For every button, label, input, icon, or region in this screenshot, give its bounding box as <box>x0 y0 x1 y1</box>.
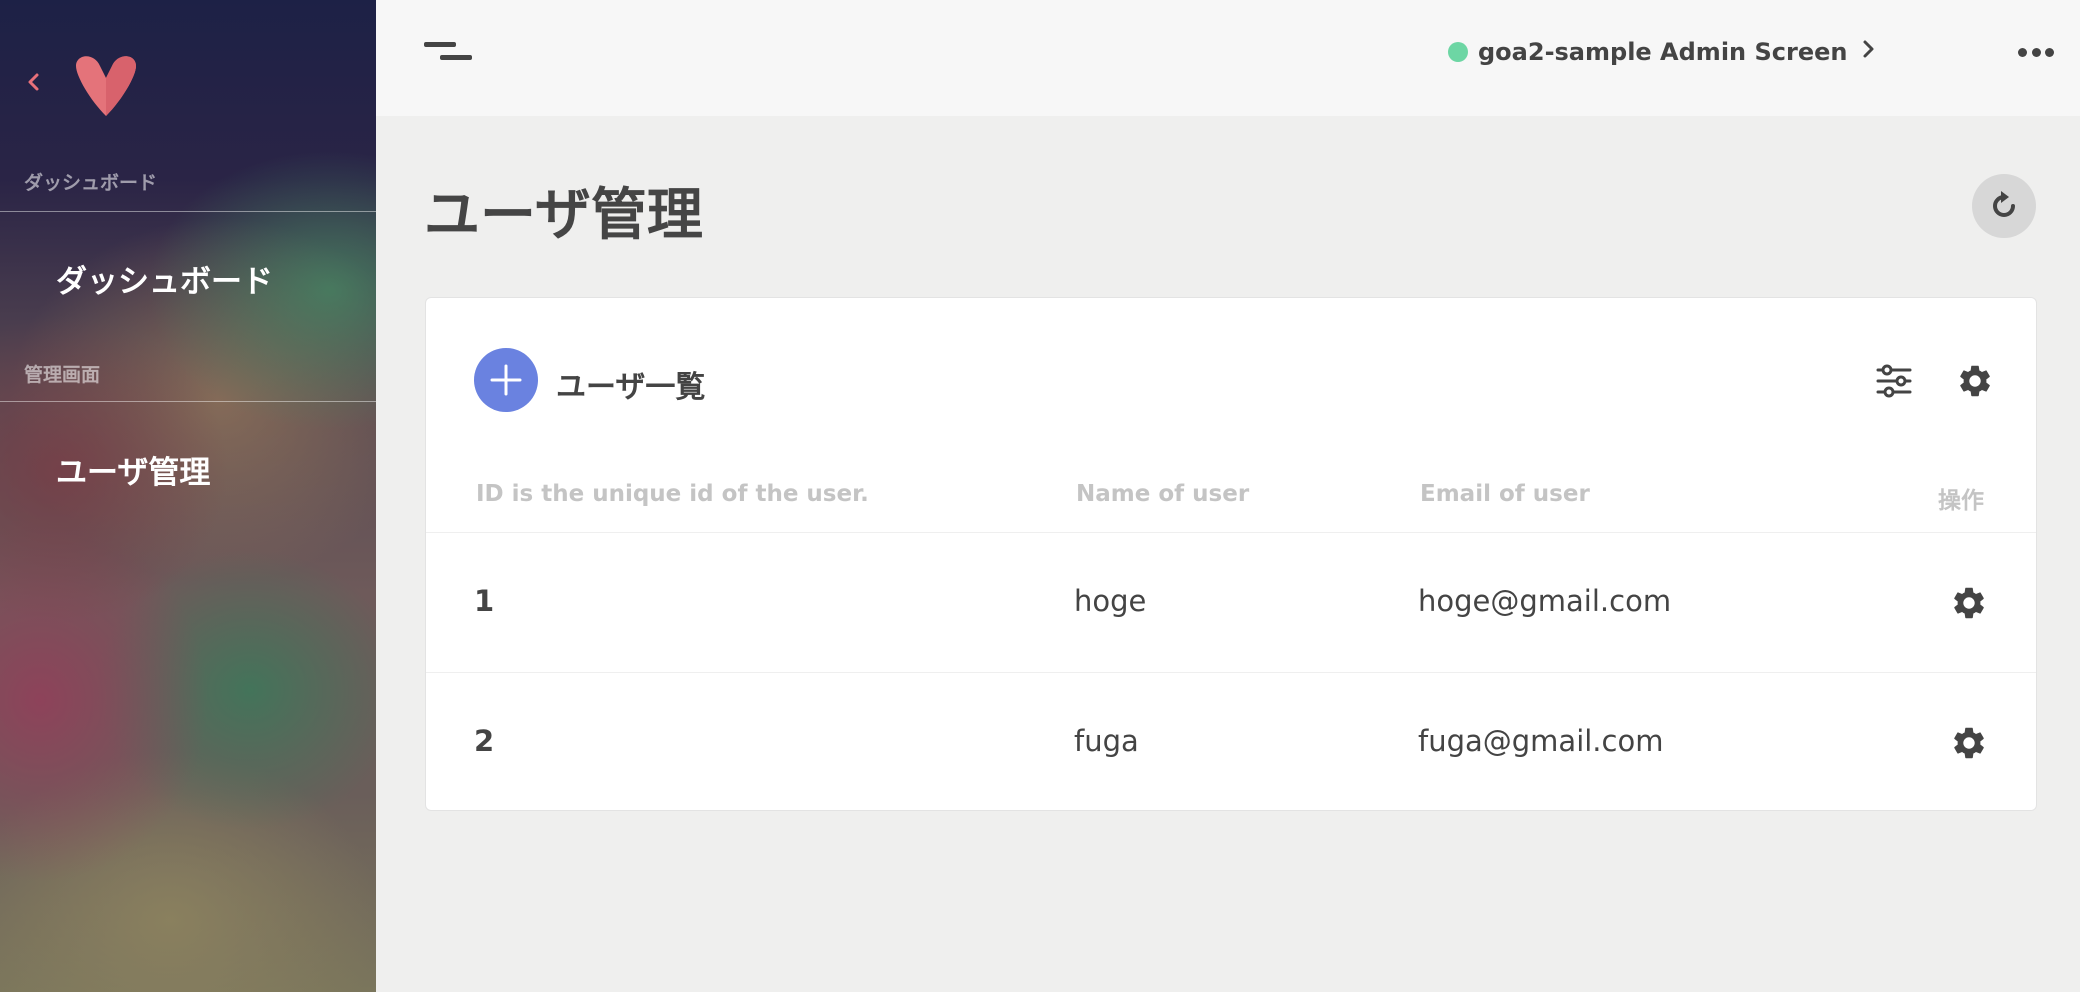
v-logo-icon[interactable] <box>70 52 142 118</box>
chevron-right-icon <box>1861 37 1877 67</box>
filter-icon[interactable] <box>1874 361 1914 401</box>
card-title: ユーザ一覧 <box>556 370 706 405</box>
refresh-icon <box>1993 191 2015 217</box>
status-dot <box>1448 42 1468 62</box>
column-header-email: Email of user <box>1420 481 1590 507</box>
app-title: goa2-sample Admin Screen <box>1478 38 1848 66</box>
row-divider <box>426 672 2036 673</box>
column-header-actions: 操作 <box>1938 488 1984 514</box>
sidebar: ダッシュボード ダッシュボード 管理画面 ユーザ管理 <box>0 0 376 992</box>
cell-email: hoge@gmail.com <box>1418 584 1672 618</box>
sidebar-item-user-management[interactable]: ユーザ管理 <box>56 447 210 492</box>
cell-name: hoge <box>1074 584 1147 618</box>
topbar: goa2-sample Admin Screen <box>376 0 2080 116</box>
settings-gear-icon[interactable] <box>1956 362 1994 400</box>
menu-toggle-icon[interactable] <box>424 42 472 62</box>
chevron-left-icon[interactable] <box>22 70 46 94</box>
sidebar-divider <box>0 211 376 212</box>
cell-id: 1 <box>474 584 495 618</box>
sidebar-item-dashboard[interactable]: ダッシュボード <box>56 256 273 301</box>
sidebar-section-admin: 管理画面 <box>24 364 101 386</box>
row-divider <box>426 532 2036 533</box>
cell-id: 2 <box>474 724 495 758</box>
sidebar-divider <box>0 401 376 402</box>
plus-icon <box>490 364 522 396</box>
row-settings-gear-icon[interactable] <box>1950 584 1988 622</box>
column-header-name: Name of user <box>1076 481 1250 507</box>
column-header-id: ID is the unique id of the user. <box>476 481 869 507</box>
add-user-button[interactable] <box>474 348 538 412</box>
user-list-card: ユーザ一覧 ID is the unique id of the user. N… <box>425 297 2037 811</box>
refresh-button[interactable] <box>1972 174 2036 238</box>
row-settings-gear-icon[interactable] <box>1950 724 1988 762</box>
more-horizontal-icon[interactable] <box>2018 44 2054 60</box>
cell-email: fuga@gmail.com <box>1418 724 1664 758</box>
app-title-link[interactable]: goa2-sample Admin Screen <box>1448 34 1877 70</box>
page-title: ユーザ管理 <box>424 183 703 248</box>
sidebar-section-dashboard: ダッシュボード <box>24 172 158 194</box>
cell-name: fuga <box>1074 724 1139 758</box>
